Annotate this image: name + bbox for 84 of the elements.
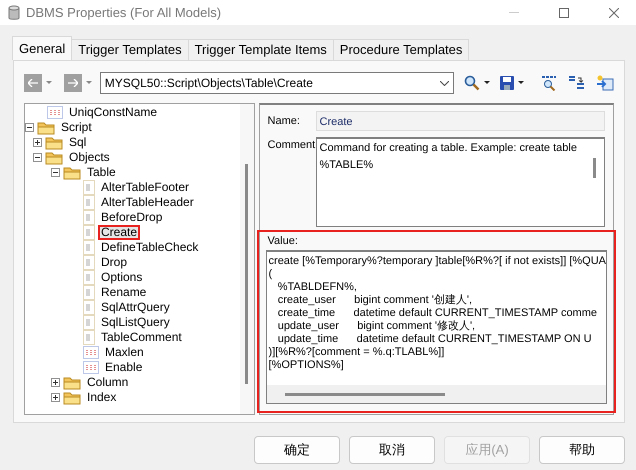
folder-icon — [37, 120, 55, 134]
tree-item[interactable]: SqlAttrQuery — [98, 300, 173, 315]
variable-icon — [83, 346, 99, 359]
code-line: create_time datetime default CURRENT_TIMESTAMP comme — [276, 306, 598, 320]
dialog-button[interactable]: 帮助 — [539, 436, 625, 464]
tab[interactable]: Trigger Template Items — [188, 39, 334, 60]
caret-icon[interactable] — [518, 81, 524, 85]
variable-icon — [47, 106, 63, 119]
tree-item[interactable]: Rename — [98, 285, 150, 300]
dialog-button[interactable]: 取消 — [349, 436, 435, 464]
document-icon — [83, 315, 95, 330]
document-icon — [83, 240, 95, 255]
tree-item[interactable]: Drop — [98, 255, 130, 270]
code-line: update_user bigint comment '修改人', — [276, 320, 476, 332]
tree-item[interactable]: Create — [98, 225, 140, 240]
tree-item[interactable]: TableComment — [98, 330, 185, 345]
tree-item[interactable]: UniqConstName — [66, 105, 160, 120]
tree-item[interactable]: Maxlen — [102, 345, 147, 360]
code-line: [%OPTIONS%] — [268, 358, 345, 372]
save-icon[interactable] — [500, 76, 514, 90]
dialog-button[interactable]: 确定 — [254, 436, 340, 464]
name-label: Name: — [266, 114, 301, 129]
folder-icon — [45, 136, 63, 150]
tab[interactable]: General — [12, 36, 72, 60]
window-title: DBMS Properties (For All Models) — [26, 4, 222, 22]
document-icon — [83, 300, 95, 315]
document-icon — [83, 180, 95, 195]
import-icon[interactable] — [596, 75, 614, 91]
caret-icon[interactable] — [484, 81, 490, 85]
tree-item[interactable]: AlterTableFooter — [98, 180, 192, 195]
arrow-right-icon — [68, 79, 78, 87]
folder-icon — [63, 390, 81, 404]
maximize-icon[interactable] — [559, 8, 569, 18]
document-icon — [83, 255, 95, 270]
expand-icon[interactable] — [33, 138, 42, 147]
tree-item[interactable]: BeforeDrop — [98, 210, 166, 225]
value-editor[interactable] — [266, 250, 607, 404]
document-icon — [83, 210, 95, 225]
tree-item[interactable]: Script — [58, 120, 95, 135]
collapse-icon[interactable] — [25, 123, 34, 132]
expand-icon[interactable] — [51, 393, 60, 402]
tab[interactable]: Trigger Templates — [71, 39, 189, 60]
code-line: create_user bigint comment '创建人', — [276, 294, 474, 306]
tree-item[interactable]: AlterTableHeader — [98, 195, 197, 210]
value-label: Value: — [266, 234, 299, 249]
path-dropdown[interactable]: MYSQL50::Script\Objects\Table\Create — [100, 72, 454, 94]
document-icon — [83, 270, 95, 285]
tree-item[interactable]: Table — [84, 165, 119, 180]
tree-item[interactable]: SqlListQuery — [98, 315, 173, 330]
tree-item[interactable]: Index — [84, 390, 120, 405]
replace-icon[interactable] — [568, 75, 586, 91]
code-line: ( — [268, 268, 274, 280]
tree-item[interactable]: Objects — [66, 150, 113, 165]
chevron-down-icon — [440, 80, 450, 86]
arrow-left-icon — [28, 79, 38, 87]
tree-item[interactable]: Enable — [102, 360, 146, 375]
folder-icon — [63, 166, 81, 180]
close-icon[interactable] — [609, 8, 619, 18]
code-line: %TABLDEFN%, — [276, 280, 358, 294]
tree-item[interactable]: Sql — [66, 135, 90, 150]
name-field[interactable]: Create — [316, 111, 605, 131]
variable-icon — [83, 361, 99, 374]
code-line: )][%R%?[comment = %.q:TLABL%]] — [268, 346, 446, 358]
spell-check-icon[interactable] — [540, 75, 558, 91]
folder-icon — [45, 150, 63, 164]
expand-icon[interactable] — [51, 378, 60, 387]
comment-label: Comment: — [266, 138, 316, 153]
folder-icon — [63, 376, 81, 390]
document-icon — [83, 285, 95, 300]
collapse-icon[interactable] — [33, 153, 42, 162]
comment-field[interactable]: Command for creating a table. Example: create table %TABLE% — [316, 137, 605, 227]
collapse-icon[interactable] — [51, 168, 60, 177]
tree-item[interactable]: DefineTableCheck — [98, 240, 202, 255]
tree-item[interactable]: Column — [84, 375, 132, 390]
tree-item[interactable]: Options — [98, 270, 146, 285]
tab[interactable]: Procedure Templates — [332, 39, 470, 60]
document-icon — [83, 330, 95, 345]
document-icon — [83, 195, 95, 210]
scrollbar[interactable] — [240, 104, 254, 414]
document-icon — [83, 225, 95, 240]
database-icon — [8, 4, 20, 20]
search-icon[interactable] — [464, 75, 480, 91]
code-line: update_time datetime default CURRENT_TIMESTAMP ON U — [276, 332, 593, 346]
code-line: create [%Temporary%?temporary ]table[%R%?[ if not exists]] [%QUA — [268, 254, 606, 268]
